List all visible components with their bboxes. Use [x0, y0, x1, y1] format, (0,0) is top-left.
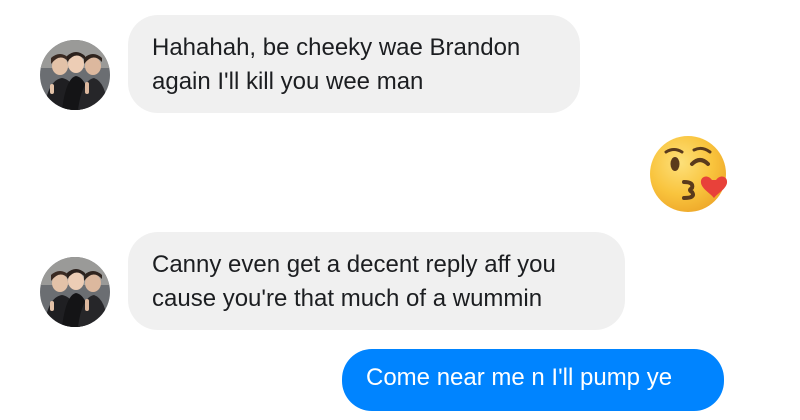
received-message-bubble[interactable]: Hahahah, be cheeky wae Brandon again I'l… — [128, 15, 580, 113]
message-text-line: cause you're that much of a wummin — [152, 285, 543, 312]
contact-avatar-image — [40, 257, 110, 327]
contact-avatar-image — [40, 40, 110, 110]
message-text-line: again I'll kill you wee man — [152, 68, 424, 95]
contact-avatar[interactable] — [40, 40, 110, 110]
message-text-line: Hahahah, be cheeky wae Brandon — [152, 34, 521, 61]
message-text-line: Canny even get a decent reply aff you — [152, 251, 556, 278]
contact-avatar[interactable] — [40, 257, 110, 327]
received-message-bubble[interactable]: Canny even get a decent reply aff you ca… — [128, 232, 625, 330]
message-text: Come near me n I'll pump ye — [366, 364, 673, 391]
sent-message-bubble[interactable]: Come near me n I'll pump ye — [342, 349, 724, 411]
kissing-face-with-heart-icon[interactable] — [648, 132, 732, 216]
